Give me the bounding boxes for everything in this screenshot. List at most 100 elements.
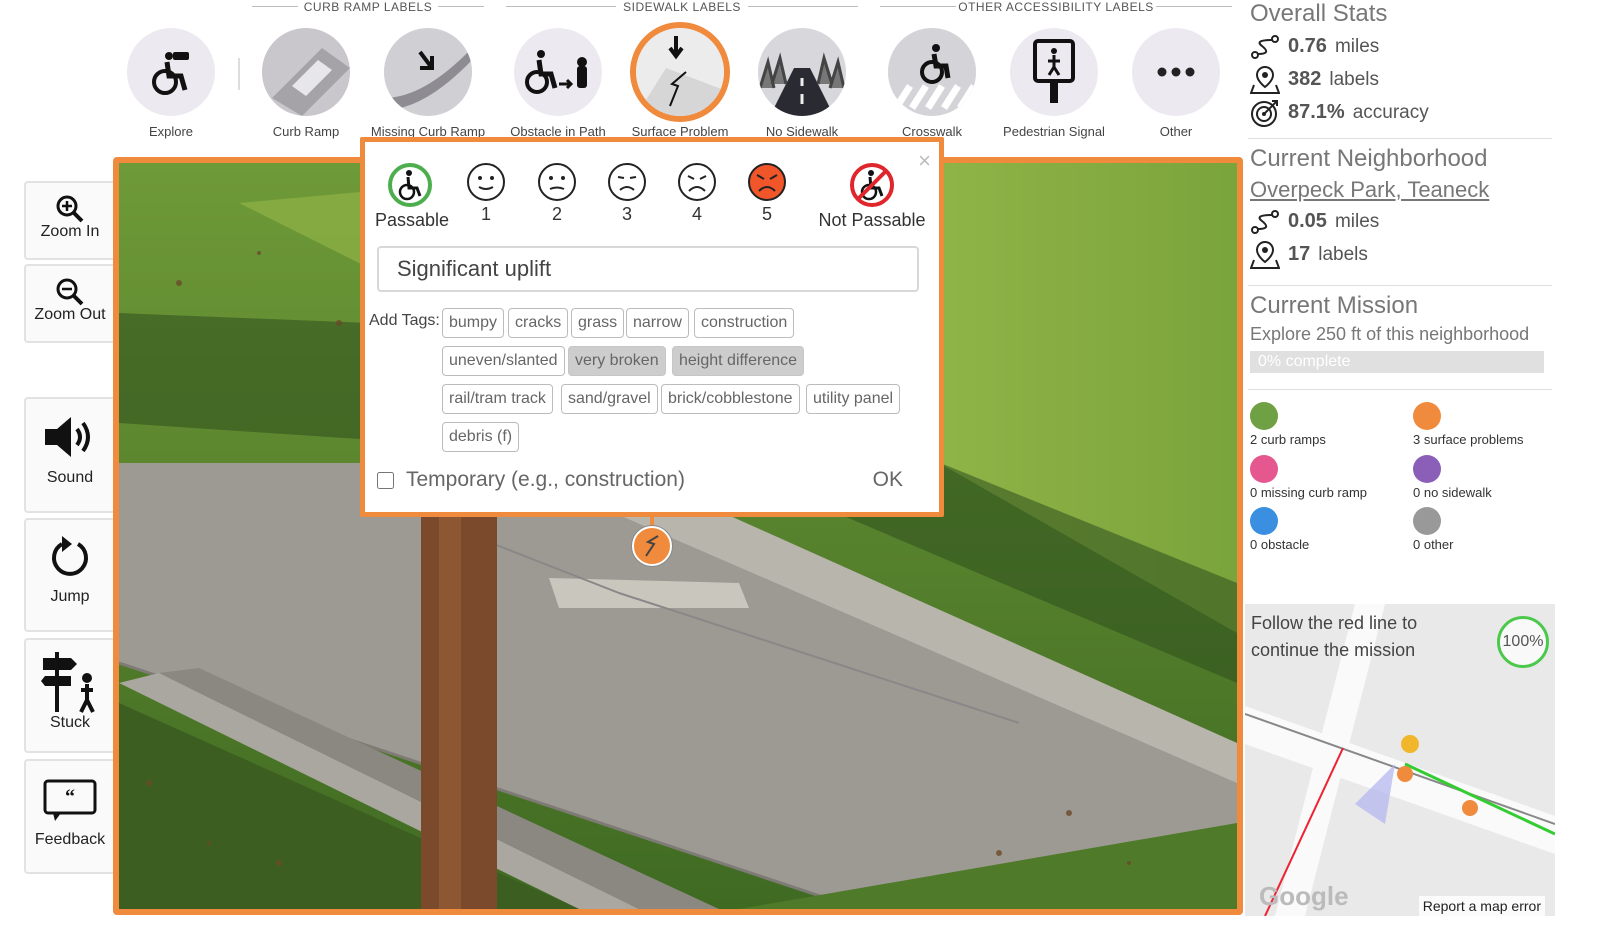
- neighborhood-miles: 0.05 miles: [1250, 205, 1550, 238]
- tool-obstacle[interactable]: Obstacle in Path: [498, 28, 618, 139]
- missing-curb-ramp-legend-icon: [1250, 455, 1278, 483]
- tag-debris[interactable]: debris (f): [442, 422, 520, 452]
- map-pin-icon: [1250, 240, 1280, 269]
- current-neighborhood: Current Neighborhood Overpeck Park, Tean…: [1250, 145, 1550, 271]
- minimap-progress-ring: 100%: [1497, 616, 1549, 668]
- neighborhood-title: Current Neighborhood: [1250, 145, 1488, 172]
- legend-other: 0 other: [1413, 507, 1453, 552]
- legend-curb-ramps: 2 curb ramps: [1250, 402, 1326, 447]
- tool-pedestrian-signal[interactable]: Pedestrian Signal: [994, 28, 1114, 139]
- face-sad-icon: [678, 163, 716, 201]
- ok-button[interactable]: OK: [873, 468, 903, 492]
- tag-rail-tram-track[interactable]: rail/tram track: [442, 384, 553, 414]
- zoom-in-icon: [56, 195, 84, 223]
- surface-problem-label-pin[interactable]: [632, 526, 672, 566]
- tool-other[interactable]: Other: [1116, 28, 1236, 139]
- severity-not-passable[interactable]: Not Passable: [817, 162, 927, 231]
- google-logo: Google: [1259, 881, 1349, 911]
- face-angry-icon: [748, 163, 786, 201]
- current-mission: Current Mission Explore 250 ft of this n…: [1250, 292, 1550, 373]
- signpost-person-icon: [41, 652, 95, 713]
- speaker-icon: [45, 417, 90, 457]
- face-frown-icon: [608, 163, 646, 201]
- binoculars-wheelchair-icon: [127, 28, 215, 116]
- tag-narrow[interactable]: narrow: [626, 308, 689, 338]
- tool-surface-problem[interactable]: Surface Problem: [620, 22, 740, 139]
- severity-1[interactable]: 1: [465, 162, 507, 225]
- tag-utility-panel[interactable]: utility panel: [806, 384, 901, 414]
- mission-description: Explore 250 ft of this neighborhood: [1250, 324, 1530, 344]
- zoom-out-icon: [56, 278, 84, 306]
- tag-cracks[interactable]: cracks: [508, 308, 569, 338]
- tool-curb-ramp[interactable]: Curb Ramp: [246, 28, 366, 139]
- group-header-sidewalk: SIDEWALK LABELS: [506, 0, 858, 14]
- legend-missing-curb-ramp: 0 missing curb ramp: [1250, 455, 1367, 500]
- obstacle-legend-icon: [1250, 507, 1278, 535]
- minimap[interactable]: Follow the red line to continue the miss…: [1245, 604, 1555, 916]
- overall-miles: 0.76 miles: [1250, 30, 1550, 63]
- legend-obstacle: 0 obstacle: [1250, 507, 1309, 552]
- no-sidewalk-legend-icon: [1413, 455, 1441, 483]
- surface-problem-icon: [630, 22, 730, 122]
- group-header-curb-ramp: CURB RAMP LABELS: [252, 0, 484, 14]
- pedestrian-signal-icon: [1010, 28, 1098, 116]
- stuck-button[interactable]: Stuck: [24, 638, 114, 753]
- target-icon: [1251, 99, 1278, 127]
- map-pin-icon: [1250, 65, 1280, 94]
- surface-problem-legend-icon: [1413, 402, 1441, 430]
- route-icon: [1251, 34, 1279, 59]
- legend-no-sidewalk: 0 no sidewalk: [1413, 455, 1492, 500]
- tag-height-difference[interactable]: height difference: [672, 346, 805, 376]
- feedback-button[interactable]: “ Feedback: [24, 759, 114, 874]
- tag-uneven-slanted[interactable]: uneven/slanted: [442, 346, 565, 376]
- description-input[interactable]: [377, 246, 919, 292]
- tag-sand-gravel[interactable]: sand/gravel: [561, 384, 658, 414]
- severity-passable[interactable]: Passable: [375, 162, 449, 231]
- overall-stats-title: Overall Stats: [1250, 0, 1388, 27]
- face-neutral-icon: [538, 163, 576, 201]
- add-tags-label: Add Tags:: [369, 312, 440, 329]
- refresh-arrow-icon: [52, 536, 88, 576]
- no-sidewalk-icon: [758, 28, 846, 116]
- tag-construction[interactable]: construction: [694, 308, 795, 338]
- tool-explore[interactable]: Explore: [111, 28, 231, 139]
- divider: [1248, 285, 1552, 286]
- report-map-error-link[interactable]: Report a map error: [1418, 896, 1545, 916]
- tag-brick-cobblestone[interactable]: brick/cobblestone: [661, 384, 800, 414]
- severity-3[interactable]: 3: [606, 162, 648, 225]
- neighborhood-name-link[interactable]: Overpeck Park, Teaneck: [1250, 177, 1550, 203]
- group-header-other: OTHER ACCESSIBILITY LABELS: [880, 0, 1232, 14]
- tag-grass[interactable]: grass: [571, 308, 625, 338]
- legend-surface-problems: 3 surface problems: [1413, 402, 1524, 447]
- divider: [1248, 138, 1552, 139]
- zoom-in-button[interactable]: Zoom In: [24, 181, 114, 260]
- severity-4[interactable]: 4: [676, 162, 718, 225]
- tool-crosswalk[interactable]: Crosswalk: [872, 28, 992, 139]
- temporary-checkbox-row[interactable]: Temporary (e.g., construction): [377, 468, 685, 492]
- obstacle-icon: [514, 28, 602, 116]
- missing-curb-ramp-icon: [384, 28, 472, 116]
- tool-missing-curb-ramp[interactable]: Missing Curb Ramp: [368, 28, 488, 139]
- curb-ramp-icon: [262, 28, 350, 116]
- mission-progress-bar: 0% complete: [1250, 351, 1544, 373]
- more-icon: [1132, 28, 1220, 116]
- sound-button[interactable]: Sound: [24, 397, 114, 513]
- temporary-checkbox[interactable]: [377, 471, 394, 489]
- curb-ramp-legend-icon: [1250, 402, 1278, 430]
- overall-stats: Overall Stats 0.76 miles 382 labels 87.1% a…: [1250, 0, 1550, 129]
- tag-very-broken[interactable]: very broken: [568, 346, 666, 376]
- zoom-out-button[interactable]: Zoom Out: [24, 264, 114, 343]
- tag-bumpy[interactable]: bumpy: [442, 308, 505, 338]
- app-root: { "toolbar": { "groups": ["CURB RAMP LAB…: [0, 0, 1600, 934]
- overall-accuracy: 87.1% accuracy: [1250, 96, 1550, 129]
- minimap-instruction: Follow the red line to continue the miss…: [1251, 613, 1418, 660]
- severity-2[interactable]: 2: [536, 162, 578, 225]
- other-legend-icon: [1413, 507, 1441, 535]
- tool-no-sidewalk[interactable]: No Sidewalk: [742, 28, 862, 139]
- severity-5[interactable]: 5: [746, 162, 788, 225]
- jump-button[interactable]: Jump: [24, 518, 114, 632]
- speech-bubble-icon: “: [43, 779, 97, 821]
- crosswalk-icon: [888, 28, 976, 116]
- mission-title: Current Mission: [1250, 292, 1419, 319]
- close-popup-button[interactable]: ×: [918, 148, 931, 174]
